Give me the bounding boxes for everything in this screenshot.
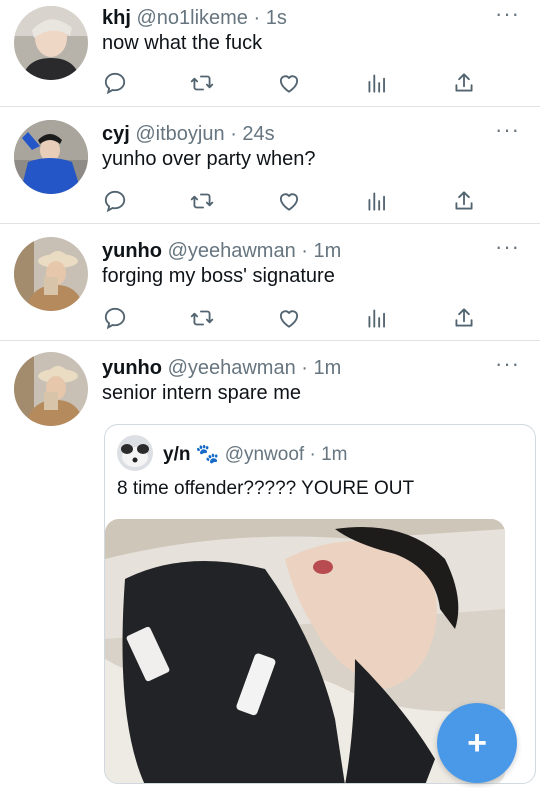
like-icon[interactable]	[276, 188, 302, 214]
tweet[interactable]: khj @no1likeme · 1s ··· now what the fuc…	[0, 0, 540, 107]
reply-icon[interactable]	[102, 188, 128, 214]
analytics-icon[interactable]	[364, 188, 390, 214]
avatar[interactable]	[14, 120, 88, 194]
tweet-actions	[102, 70, 477, 96]
avatar[interactable]	[14, 237, 88, 311]
reply-icon[interactable]	[102, 305, 128, 331]
share-icon[interactable]	[451, 305, 477, 331]
display-name[interactable]: khj	[102, 7, 131, 29]
timestamp[interactable]: 1m	[321, 444, 347, 465]
tweet[interactable]: yunho @yeehawman · 1m ··· forging my bos…	[0, 225, 540, 341]
timestamp[interactable]: 24s	[242, 123, 274, 145]
tweet-header: yunho @yeehawman · 1m	[102, 239, 341, 263]
avatar[interactable]	[14, 352, 88, 426]
display-name[interactable]: yunho	[102, 240, 162, 262]
plus-icon: +	[467, 724, 487, 762]
separator: ·	[230, 123, 237, 145]
retweet-icon[interactable]	[189, 305, 215, 331]
handle[interactable]: @no1likeme	[136, 7, 247, 29]
tweet-text: forging my boss' signature	[102, 265, 335, 287]
tweet[interactable]: cyj @itboyjun · 24s ··· yunho over party…	[0, 108, 540, 224]
quoted-tweet-header: y/n 🐾 @ynwoof · 1m	[163, 444, 347, 466]
tweet-text: yunho over party when?	[102, 148, 316, 170]
timestamp[interactable]: 1m	[314, 357, 342, 379]
quoted-tweet-text: 8 time offender????? YOURE OUT	[117, 478, 415, 499]
separator: ·	[309, 444, 316, 465]
more-options-icon[interactable]: ···	[495, 352, 520, 376]
tweet-actions	[102, 305, 477, 331]
more-options-icon[interactable]: ···	[495, 118, 520, 142]
share-icon[interactable]	[451, 70, 477, 96]
tweet-header: khj @no1likeme · 1s	[102, 6, 287, 30]
retweet-icon[interactable]	[189, 70, 215, 96]
handle[interactable]: @yeehawman	[168, 240, 296, 262]
handle[interactable]: @itboyjun	[135, 123, 224, 145]
display-name[interactable]: cyj	[102, 123, 130, 145]
display-name[interactable]: yunho	[102, 357, 162, 379]
avatar[interactable]	[117, 435, 153, 471]
handle[interactable]: @yeehawman	[168, 357, 296, 379]
separator: ·	[301, 357, 308, 379]
tweet-header: yunho @yeehawman · 1m	[102, 356, 341, 380]
tweet-header: cyj @itboyjun · 24s	[102, 122, 275, 146]
tweet-text: senior intern spare me	[102, 382, 301, 404]
tweet-actions	[102, 188, 477, 214]
tweet-text: now what the fuck	[102, 32, 263, 54]
display-name[interactable]: y/n	[163, 444, 190, 465]
paw-badge-icon: 🐾	[195, 444, 220, 465]
retweet-icon[interactable]	[189, 188, 215, 214]
timestamp[interactable]: 1s	[266, 7, 287, 29]
compose-tweet-button[interactable]: +	[437, 703, 517, 783]
more-options-icon[interactable]: ···	[495, 2, 520, 26]
analytics-icon[interactable]	[364, 305, 390, 331]
share-icon[interactable]	[451, 188, 477, 214]
more-options-icon[interactable]: ···	[495, 235, 520, 259]
separator: ·	[253, 7, 261, 29]
reply-icon[interactable]	[102, 70, 128, 96]
avatar[interactable]	[14, 6, 88, 80]
handle[interactable]: @ynwoof	[225, 444, 305, 465]
analytics-icon[interactable]	[364, 70, 390, 96]
separator: ·	[301, 240, 308, 262]
timestamp[interactable]: 1m	[314, 240, 342, 262]
like-icon[interactable]	[276, 305, 302, 331]
like-icon[interactable]	[276, 70, 302, 96]
